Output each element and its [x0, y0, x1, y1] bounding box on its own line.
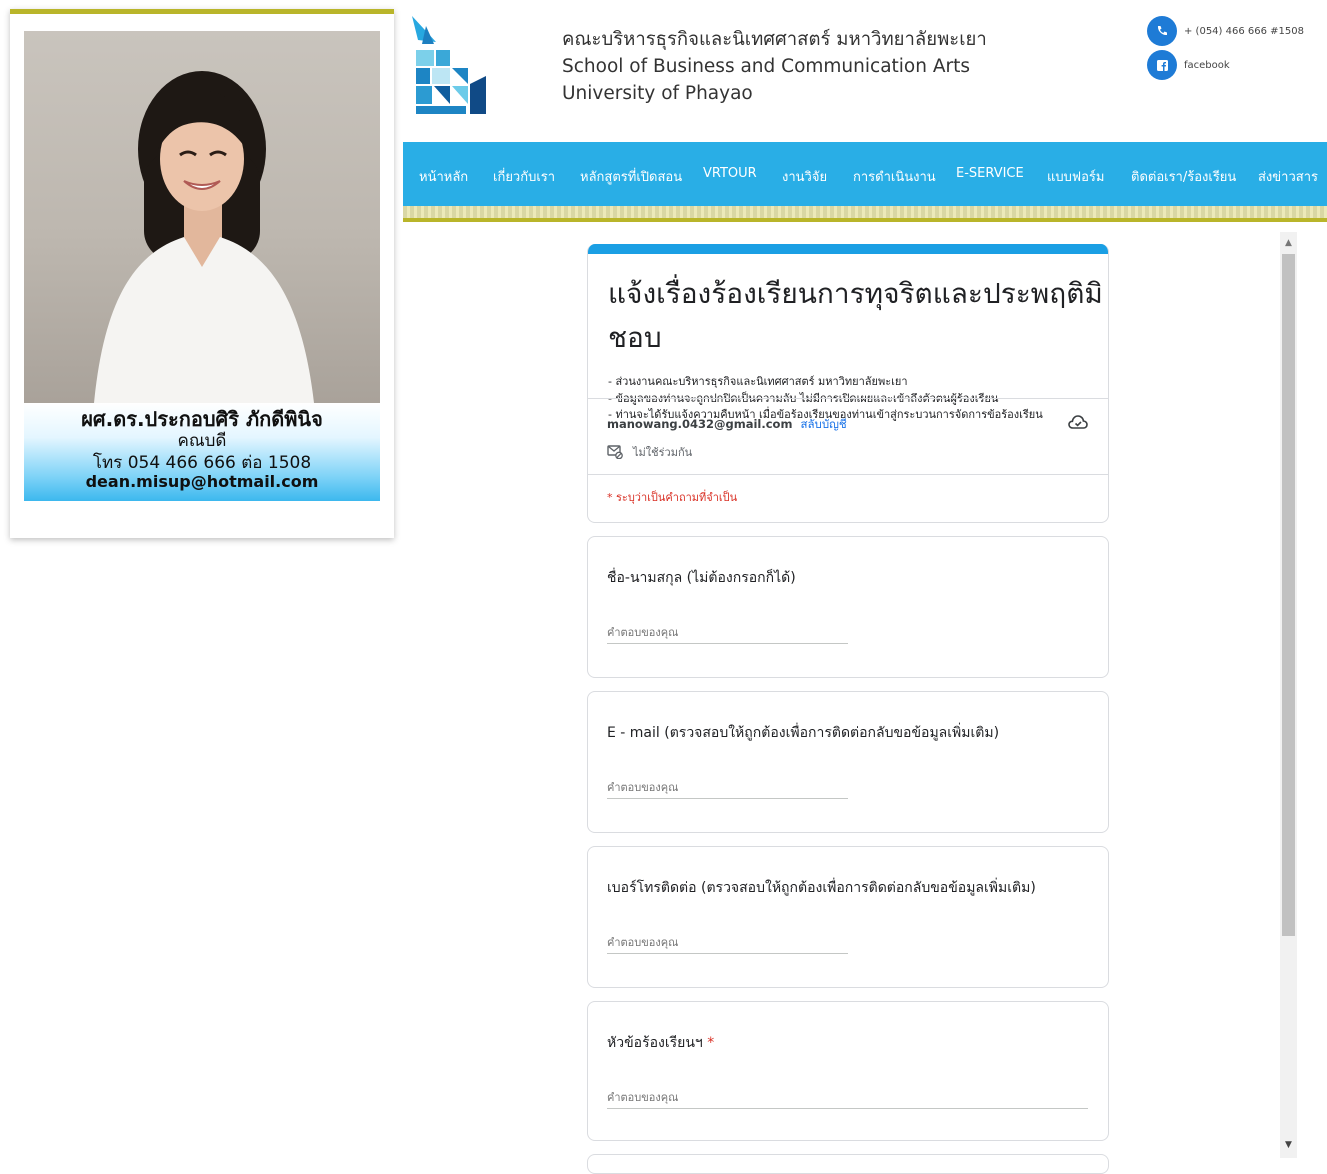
- question-card-email: E - mail (ตรวจสอบให้ถูกต้องเพื่อการติดต่…: [587, 691, 1109, 833]
- form-accent-bar: [588, 244, 1108, 254]
- form-scrollbar[interactable]: ▲ ▼: [1280, 232, 1297, 1158]
- university-name: University of Phayao: [562, 83, 753, 104]
- nav-item-news[interactable]: ส่งข่าวสาร: [1258, 166, 1318, 187]
- form-header-card: แจ้งเรื่องร้องเรียนการทุจริตและประพฤติมิ…: [587, 244, 1109, 523]
- dean-name: ผศ.ดร.ประกอบศิริ ภักดีพินิจ: [81, 407, 323, 431]
- nav-item-vrtour[interactable]: VRTOUR: [703, 166, 757, 181]
- form-title: แจ้งเรื่องร้องเรียนการทุจริตและประพฤติมิ…: [608, 277, 1103, 354]
- facebook-link: facebook: [1184, 59, 1230, 71]
- account-email: manowang.0432@gmail.com: [607, 417, 793, 431]
- question-label-email: E - mail (ตรวจสอบให้ถูกต้องเพื่อการติดต่…: [607, 725, 1000, 741]
- not-shared-row: ไม่ใช้ร่วมกัน: [607, 443, 692, 461]
- scroll-down-arrow-icon[interactable]: ▼: [1280, 1138, 1297, 1152]
- switch-account-link[interactable]: สลับบัญชี: [800, 417, 846, 431]
- nav-item-about[interactable]: เกี่ยวกับเรา: [493, 166, 555, 187]
- question-card-name: ชื่อ-นามสกุล (ไม่ต้องกรอกก็ได้): [587, 536, 1109, 678]
- not-shared-text: ไม่ใช้ร่วมกัน: [633, 446, 693, 459]
- not-shared-icon: [607, 445, 623, 459]
- email-input[interactable]: [607, 776, 848, 799]
- scroll-up-arrow-icon[interactable]: ▲: [1280, 236, 1297, 250]
- phone-icon: [1147, 16, 1177, 46]
- school-name-th: คณะบริหารธุรกิจและนิเทศศาสตร์ มหาวิทยาลั…: [562, 29, 987, 50]
- faculty-logo[interactable]: [410, 14, 490, 118]
- question-card-next: [587, 1154, 1109, 1174]
- nav-item-eservice[interactable]: E-SERVICE: [956, 166, 1024, 181]
- dean-phone: โทร 054 466 666 ต่อ 1508: [92, 453, 312, 473]
- main-navbar: หน้าหลัก เกี่ยวกับเรา หลักสูตรที่เปิดสอน…: [403, 142, 1327, 206]
- nav-item-contact[interactable]: ติดต่อเรา/ร้องเรียน: [1131, 166, 1236, 187]
- cloud-save-icon[interactable]: [1068, 414, 1088, 430]
- divider: [588, 474, 1108, 475]
- dean-role: คณบดี: [177, 431, 227, 451]
- question-label-subject-text: หัวข้อร้องเรียนฯ: [607, 1035, 708, 1051]
- question-label-subject: หัวข้อร้องเรียนฯ *: [607, 1032, 714, 1054]
- school-name: คณะบริหารธุรกิจและนิเทศศาสตร์ มหาวิทยาลั…: [562, 26, 987, 107]
- divider: [588, 398, 1108, 399]
- phone-number: + (054) 466 666 #1508: [1184, 25, 1304, 37]
- nav-item-home[interactable]: หน้าหลัก: [419, 166, 468, 187]
- school-name-en: School of Business and Communication Art…: [562, 56, 971, 77]
- required-note: * ระบุว่าเป็นคำถามที่จำเป็น: [607, 491, 738, 504]
- nav-item-operations[interactable]: การดำเนินงาน: [853, 166, 936, 187]
- phone-contact[interactable]: + (054) 466 666 #1508: [1147, 16, 1304, 46]
- nav-item-programs[interactable]: หลักสูตรที่เปิดสอน: [580, 166, 682, 187]
- question-label-phone: เบอร์โทรติดต่อ (ตรวจสอบให้ถูกต้องเพื่อกา…: [607, 880, 1036, 896]
- dean-photo: [24, 31, 380, 403]
- dean-profile-card: ผศ.ดร.ประกอบศิริ ภักดีพินิจ คณบดี โทร 05…: [10, 9, 394, 538]
- scroll-thumb[interactable]: [1282, 254, 1295, 936]
- dean-caption: ผศ.ดร.ประกอบศิริ ภักดีพินิจ คณบดี โทร 05…: [24, 403, 380, 501]
- form-desc-line: - ส่วนงานคณะบริหารธุรกิจและนิเทศศาสตร์ ม…: [608, 375, 908, 388]
- nav-decor-strip: [403, 206, 1327, 222]
- subject-input[interactable]: [607, 1086, 1088, 1109]
- required-star: *: [707, 1035, 715, 1051]
- dean-email: dean.misup@hotmail.com: [85, 472, 319, 491]
- question-card-phone: เบอร์โทรติดต่อ (ตรวจสอบให้ถูกต้องเพื่อกา…: [587, 846, 1109, 988]
- nav-item-forms[interactable]: แบบฟอร์ม: [1047, 166, 1104, 187]
- name-input[interactable]: [607, 621, 848, 644]
- phone-input[interactable]: [607, 931, 848, 954]
- question-card-subject: หัวข้อร้องเรียนฯ *: [587, 1001, 1109, 1141]
- nav-item-research[interactable]: งานวิจัย: [782, 166, 827, 187]
- facebook-contact[interactable]: facebook: [1147, 50, 1230, 80]
- question-label-name: ชื่อ-นามสกุล (ไม่ต้องกรอกก็ได้): [607, 570, 796, 586]
- account-row: manowang.0432@gmail.com สลับบัญชี: [607, 416, 847, 434]
- facebook-icon: [1147, 50, 1177, 80]
